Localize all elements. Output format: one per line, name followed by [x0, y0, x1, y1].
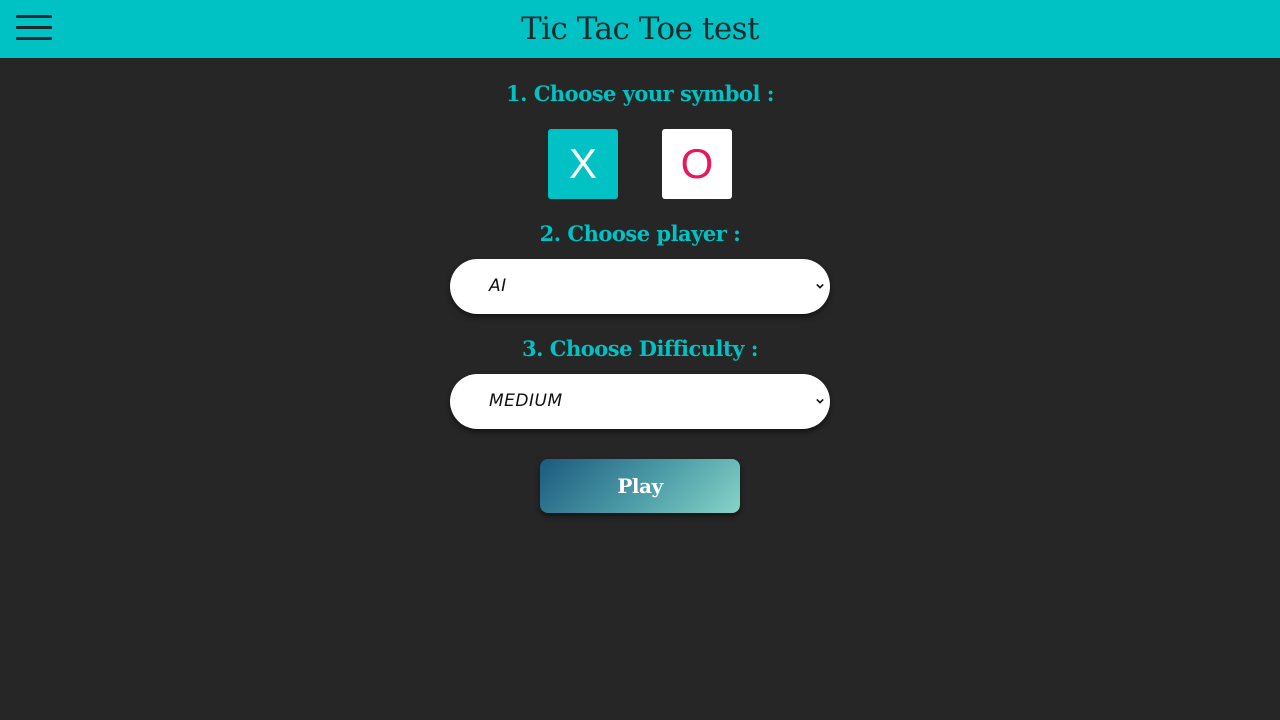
difficulty-select[interactable]: MEDIUM: [450, 374, 830, 429]
player-select[interactable]: AI: [450, 259, 830, 314]
choose-player-label: 2. Choose player :: [539, 221, 741, 246]
play-button[interactable]: Play: [540, 459, 740, 513]
difficulty-select-value: MEDIUM: [489, 391, 563, 411]
chevron-down-icon: [816, 283, 824, 289]
symbol-o-label: O: [680, 140, 714, 187]
top-bar: Tic Tac Toe test: [0, 0, 1280, 58]
page-title: Tic Tac Toe test: [520, 11, 760, 47]
symbol-o-button[interactable]: O: [662, 129, 732, 199]
player-select-value: AI: [489, 276, 507, 296]
symbol-x-label: X: [568, 140, 597, 187]
chevron-down-icon: [816, 398, 824, 404]
symbol-x-button[interactable]: X: [548, 129, 618, 199]
choose-symbol-label: 1. Choose your symbol :: [505, 81, 775, 106]
choose-difficulty-label: 3. Choose Difficulty :: [522, 336, 758, 361]
